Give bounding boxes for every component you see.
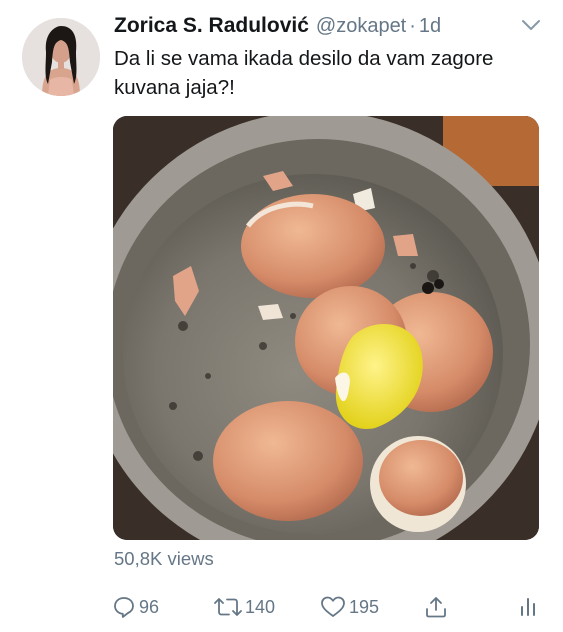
tweet-text: Da li se vama ikada desilo da vam zagore… <box>114 47 494 99</box>
like-count: 195 <box>349 596 380 617</box>
reply-count: 96 <box>139 596 160 617</box>
avatar-photo <box>22 18 100 96</box>
analytics-button[interactable] <box>516 592 540 622</box>
retweet-button[interactable]: 140 <box>214 592 275 622</box>
share-button[interactable] <box>424 592 448 622</box>
author-name[interactable]: Zorica S. Radulović <box>114 14 309 38</box>
action-bar: 96 140 195 <box>112 592 552 622</box>
analytics-icon <box>516 595 540 619</box>
chevron-down-icon[interactable] <box>520 16 542 34</box>
retweet-icon <box>214 595 242 619</box>
timestamp[interactable]: 1d <box>419 15 441 38</box>
retweet-count: 140 <box>245 596 276 617</box>
avatar[interactable] <box>22 18 100 96</box>
tweet-media[interactable] <box>113 116 539 540</box>
reply-button[interactable]: 96 <box>112 592 159 622</box>
view-count: 50,8K views <box>114 548 214 569</box>
share-icon <box>424 595 448 619</box>
tweet-image <box>113 116 539 540</box>
separator-dot: · <box>409 15 416 37</box>
reply-icon <box>112 595 136 619</box>
like-button[interactable]: 195 <box>320 592 379 622</box>
tweet-header: Zorica S. Radulović @zokapet · 1d <box>114 14 554 46</box>
author-handle[interactable]: @zokapet <box>316 15 406 38</box>
heart-icon <box>320 595 346 619</box>
